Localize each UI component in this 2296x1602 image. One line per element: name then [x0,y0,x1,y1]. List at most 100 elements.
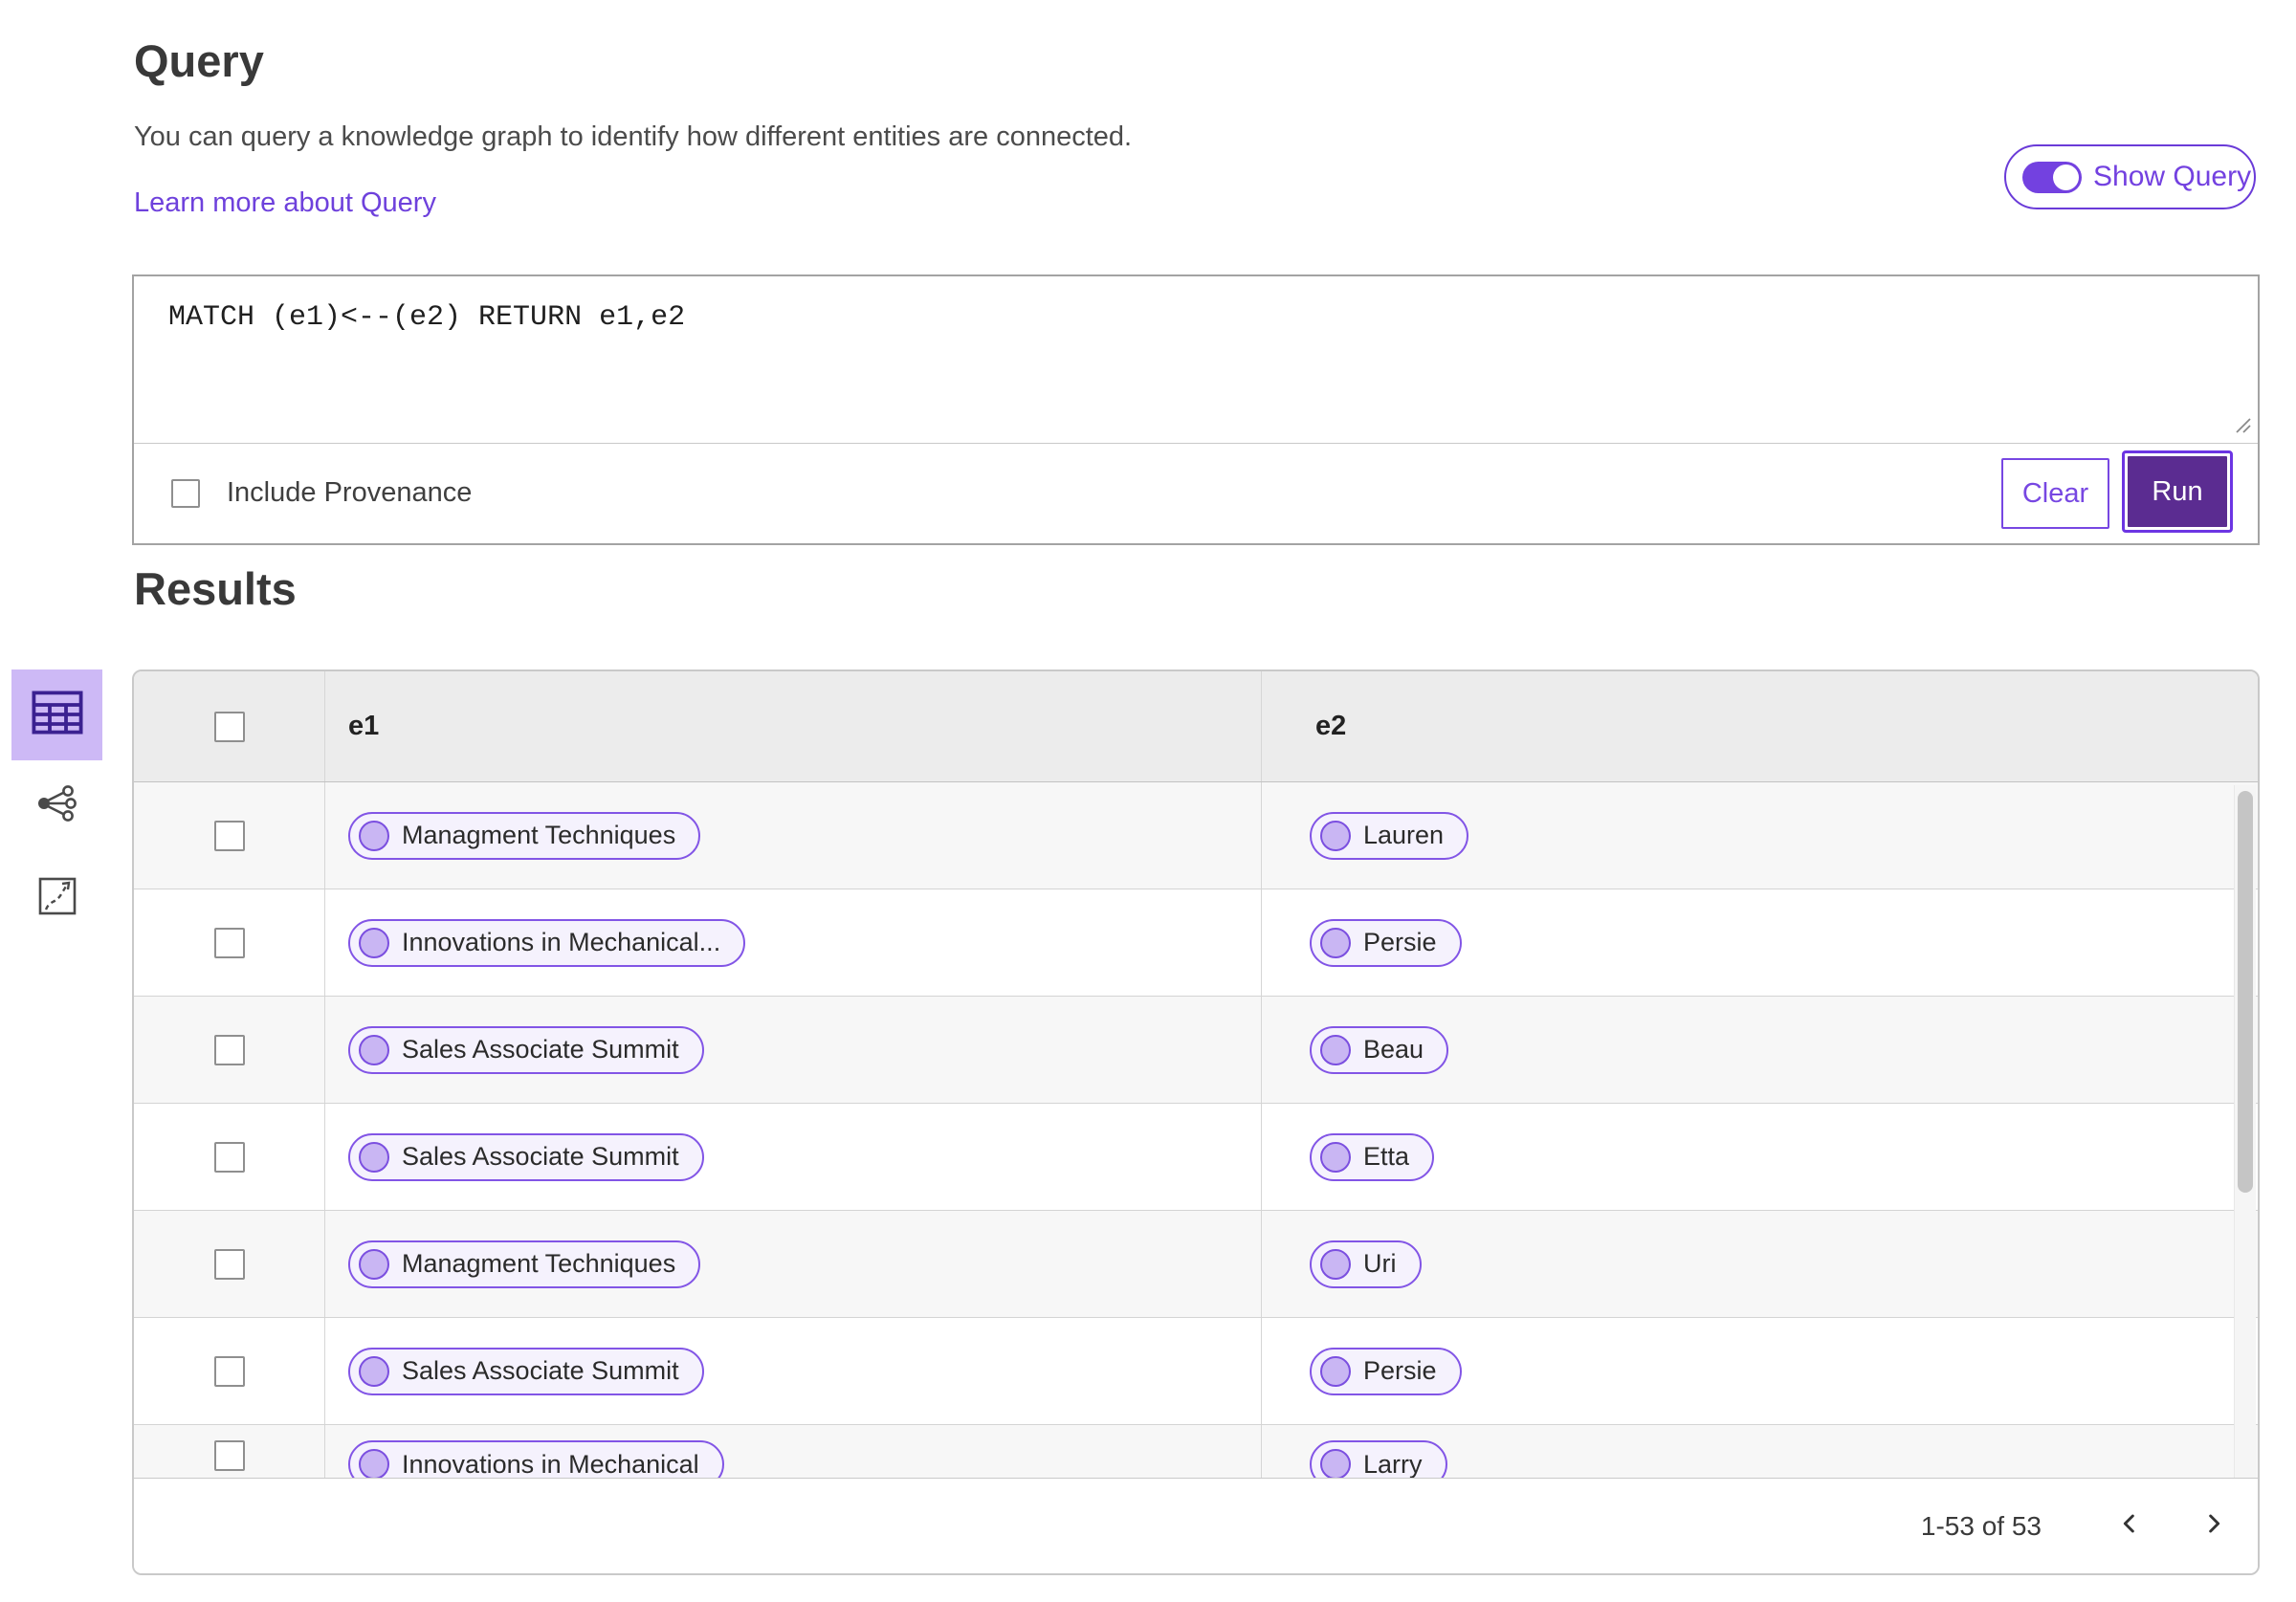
table-row[interactable]: Sales Associate Summit Persie [134,1318,2258,1425]
query-editor-text[interactable]: MATCH (e1)<--(e2) RETURN e1,e2 [134,276,2258,334]
table-scrollbar[interactable] [2234,785,2256,1478]
row-checkbox-cell [134,782,325,889]
chevron-right-icon [2198,1508,2229,1544]
pagination-next-button[interactable] [2197,1509,2231,1544]
include-provenance-checkbox[interactable] [171,478,200,508]
table-row[interactable]: Sales Associate Summit Etta [134,1104,2258,1211]
header-cell-e1: e1 [325,671,1262,781]
row-checkbox-cell [134,1425,325,1478]
table-row[interactable]: Managment Techniques Lauren [134,782,2258,889]
row-cell-e2: Persie [1262,1318,2258,1424]
query-editor[interactable]: MATCH (e1)<--(e2) RETURN e1,e2 [134,276,2258,444]
row-checkbox[interactable] [213,820,245,851]
graph-view-icon [36,784,78,826]
table-view-button[interactable] [11,669,102,760]
entity-node-icon [359,927,389,958]
entity-label: Persie [1363,1356,1437,1385]
row-checkbox[interactable] [213,927,245,958]
entity-label: Sales Associate Summit [402,1142,679,1171]
results-title: Results [134,563,297,614]
entity-node-icon [1320,1449,1351,1478]
entity-node-icon [359,1141,389,1173]
table-body: Managment Techniques Lauren Innovations … [134,782,2258,1478]
entity-pill[interactable]: Innovations in Mechanical... [348,918,746,967]
entity-node-icon [359,1449,389,1478]
learn-more-link[interactable]: Learn more about Query [134,187,436,219]
entity-node-icon [359,820,389,851]
entity-pill[interactable]: Innovations in Mechanical [348,1440,724,1478]
entity-pill[interactable]: Beau [1310,1025,1449,1074]
entity-pill[interactable]: Persie [1310,1347,1462,1395]
entity-label: Innovations in Mechanical... [402,928,721,956]
graph-view-button[interactable] [29,777,86,834]
table-view-icon [32,691,83,739]
row-cell-e1: Sales Associate Summit [325,997,1262,1103]
clear-button[interactable]: Clear [2001,458,2109,529]
entity-pill[interactable]: Persie [1310,918,1462,967]
entity-pill[interactable]: Uri [1310,1240,1422,1288]
entity-label: Larry [1363,1449,1423,1479]
query-description: You can query a knowledge graph to ident… [134,121,1133,152]
entity-pill[interactable]: Managment Techniques [348,1240,701,1288]
expand-view-button[interactable] [29,869,86,927]
resize-handle-icon[interactable] [2231,413,2252,439]
row-cell-e1: Managment Techniques [325,782,1262,889]
row-checkbox[interactable] [213,1440,245,1471]
entity-label: Sales Associate Summit [402,1356,679,1385]
select-all-checkbox[interactable] [213,711,245,742]
row-cell-e1: Sales Associate Summit [325,1318,1262,1424]
entity-label: Managment Techniques [402,821,676,849]
query-panel: MATCH (e1)<--(e2) RETURN e1,e2 Include P… [132,274,2260,545]
row-checkbox[interactable] [213,1248,245,1280]
pagination-range: 1-53 of 53 [1920,1510,2042,1541]
entity-pill[interactable]: Sales Associate Summit [348,1347,704,1395]
expand-view-icon [38,877,77,920]
entity-node-icon [1320,927,1351,958]
row-cell-e1: Sales Associate Summit [325,1104,1262,1210]
table-row[interactable]: Innovations in Mechanical Larry [134,1425,2258,1478]
column-header-e2: e2 [1315,711,1347,741]
table-row[interactable]: Managment Techniques Uri [134,1211,2258,1318]
entity-node-icon [1320,1034,1351,1065]
entity-label: Sales Associate Summit [402,1035,679,1064]
entity-pill[interactable]: Managment Techniques [348,811,701,860]
run-button[interactable]: Run [2122,450,2233,533]
include-provenance-label: Include Provenance [227,477,473,508]
row-checkbox-cell [134,997,325,1103]
entity-label: Managment Techniques [402,1249,676,1278]
header-cell-e2: e2 [1262,671,2258,781]
header-checkbox-cell [134,671,325,781]
entity-pill[interactable]: Sales Associate Summit [348,1132,704,1181]
row-checkbox-cell [134,1318,325,1424]
entity-node-icon [1320,1355,1351,1387]
scrollbar-thumb[interactable] [2238,791,2253,1193]
query-actions-bar: Include Provenance Clear Run [134,444,2258,542]
entity-node-icon [1320,820,1351,851]
row-checkbox[interactable] [213,1034,245,1065]
table-row[interactable]: Sales Associate Summit Beau [134,997,2258,1104]
entity-pill[interactable]: Sales Associate Summit [348,1025,704,1074]
row-checkbox-cell [134,889,325,996]
entity-pill[interactable]: Larry [1310,1440,1447,1478]
row-cell-e2: Persie [1262,889,2258,996]
show-query-toggle[interactable]: Show Query [2004,144,2256,209]
entity-label: Etta [1363,1142,1410,1171]
results-table: e1 e2 Managment Techniques Lauren Innova… [132,669,2260,1575]
table-header-row: e1 e2 [134,671,2258,782]
toggle-switch-icon[interactable] [2022,161,2082,193]
toggle-label: Show Query [2093,161,2252,192]
toggle-knob [2053,164,2079,190]
pagination-prev-button[interactable] [2112,1509,2147,1544]
row-checkbox[interactable] [213,1355,245,1387]
row-cell-e1: Managment Techniques [325,1211,1262,1317]
entity-pill[interactable]: Lauren [1310,811,1469,860]
entity-pill[interactable]: Etta [1310,1132,1435,1181]
entity-node-icon [1320,1248,1351,1280]
row-cell-e2: Etta [1262,1104,2258,1210]
entity-node-icon [359,1248,389,1280]
row-cell-e1: Innovations in Mechanical [325,1425,1262,1478]
row-checkbox[interactable] [213,1141,245,1173]
row-cell-e2: Beau [1262,997,2258,1103]
row-cell-e1: Innovations in Mechanical... [325,889,1262,996]
table-row[interactable]: Innovations in Mechanical... Persie [134,889,2258,997]
